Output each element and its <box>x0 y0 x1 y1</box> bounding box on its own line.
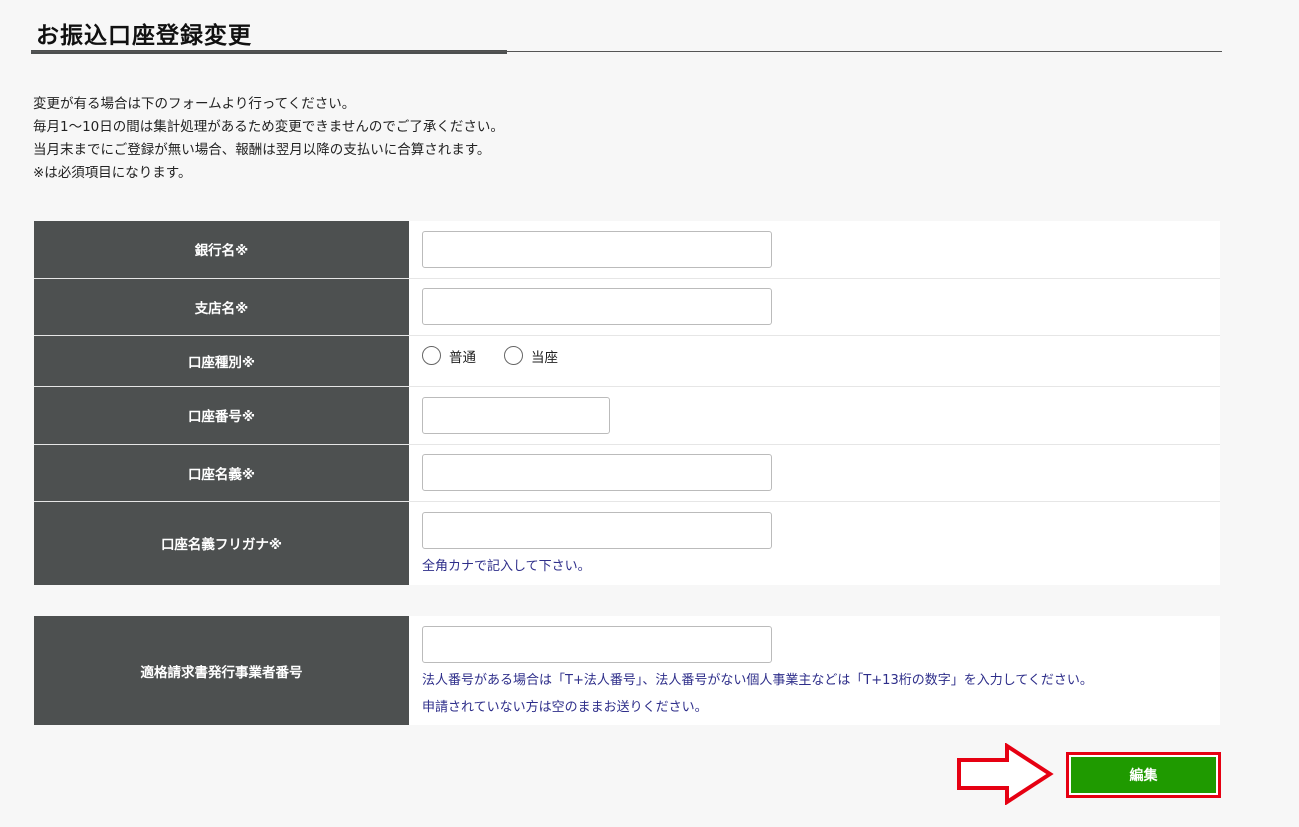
edit-button[interactable]: 編集 <box>1066 752 1221 798</box>
form-row-bank-name: 銀行名※ <box>34 221 1220 279</box>
radio-label-futsu: 普通 <box>449 349 476 366</box>
intro-line: 当月末までにご登録が無い場合、報酬は翌月以降の支払いに合算されます。 <box>33 142 491 158</box>
bank-name-label: 銀行名※ <box>34 221 409 279</box>
account-holder-kana-label: 口座名義フリガナ※ <box>34 501 409 585</box>
edit-button-label: 編集 <box>1071 757 1216 793</box>
form-row-account-type: 口座種別※ 普通 当座 <box>34 335 1220 387</box>
account-type-label: 口座種別※ <box>34 335 409 387</box>
account-type-option-toza[interactable]: 当座 <box>504 346 558 366</box>
intro-line: ※は必須項目になります。 <box>33 165 192 181</box>
invoice-number-label: 適格請求書発行事業者番号 <box>34 616 409 725</box>
form-row-account-holder-kana: 口座名義フリガナ※ 全角カナで記入して下さい。 <box>34 501 1220 585</box>
radio-label-toza: 当座 <box>531 349 558 366</box>
form-row-branch-name: 支店名※ <box>34 278 1220 336</box>
kana-note: 全角カナで記入して下さい。 <box>422 559 591 575</box>
account-holder-cell <box>409 444 1220 502</box>
intro-text: 変更が有る場合は下のフォームより行ってください。 毎月1～10日の間は集計処理が… <box>33 93 504 185</box>
account-holder-kana-input[interactable] <box>422 512 772 550</box>
radio-button-futsu[interactable] <box>422 346 441 365</box>
invoice-note-2: 申請されていない方は空のままお送りください。 <box>422 700 708 715</box>
form-row-account-holder: 口座名義※ <box>34 444 1220 502</box>
branch-name-input[interactable] <box>422 288 772 325</box>
branch-name-label: 支店名※ <box>34 278 409 336</box>
invoice-number-input[interactable] <box>422 626 772 663</box>
invoice-number-cell: 法人番号がある場合は「T+法人番号」、法人番号がない個人事業主などは「T+13桁… <box>409 616 1220 725</box>
title-underline <box>31 51 1222 52</box>
intro-line: 変更が有る場合は下のフォームより行ってください。 <box>33 96 356 112</box>
invoice-note-1: 法人番号がある場合は「T+法人番号」、法人番号がない個人事業主などは「T+13桁… <box>422 673 1093 688</box>
form-row-invoice-number: 適格請求書発行事業者番号 法人番号がある場合は「T+法人番号」、法人番号がない個… <box>34 616 1220 725</box>
account-type-cell: 普通 当座 <box>409 335 1220 387</box>
account-type-radio-group: 普通 当座 <box>422 346 1220 366</box>
bank-name-input[interactable] <box>422 230 772 268</box>
account-number-label: 口座番号※ <box>34 386 409 445</box>
form-row-account-number: 口座番号※ <box>34 386 1220 445</box>
invoice-form: 適格請求書発行事業者番号 法人番号がある場合は「T+法人番号」、法人番号がない個… <box>34 616 1220 725</box>
page-title: お振込口座登録変更 <box>36 23 252 49</box>
account-holder-label: 口座名義※ <box>34 444 409 502</box>
bank-name-cell <box>409 221 1220 279</box>
account-holder-kana-cell: 全角カナで記入して下さい。 <box>409 501 1220 585</box>
bank-account-form: 銀行名※ 支店名※ 口座種別※ 普通 当座 口座番号※ 口座名義※ 口座名義フリ… <box>34 221 1220 585</box>
account-number-cell <box>409 386 1220 445</box>
account-holder-input[interactable] <box>422 454 772 491</box>
radio-button-toza[interactable] <box>504 346 523 365</box>
branch-name-cell <box>409 278 1220 336</box>
account-number-input[interactable] <box>422 396 610 434</box>
right-arrow-icon <box>957 743 1054 805</box>
account-type-option-futsu[interactable]: 普通 <box>422 346 476 366</box>
intro-line: 毎月1～10日の間は集計処理があるため変更できませんのでご了承ください。 <box>33 119 504 135</box>
